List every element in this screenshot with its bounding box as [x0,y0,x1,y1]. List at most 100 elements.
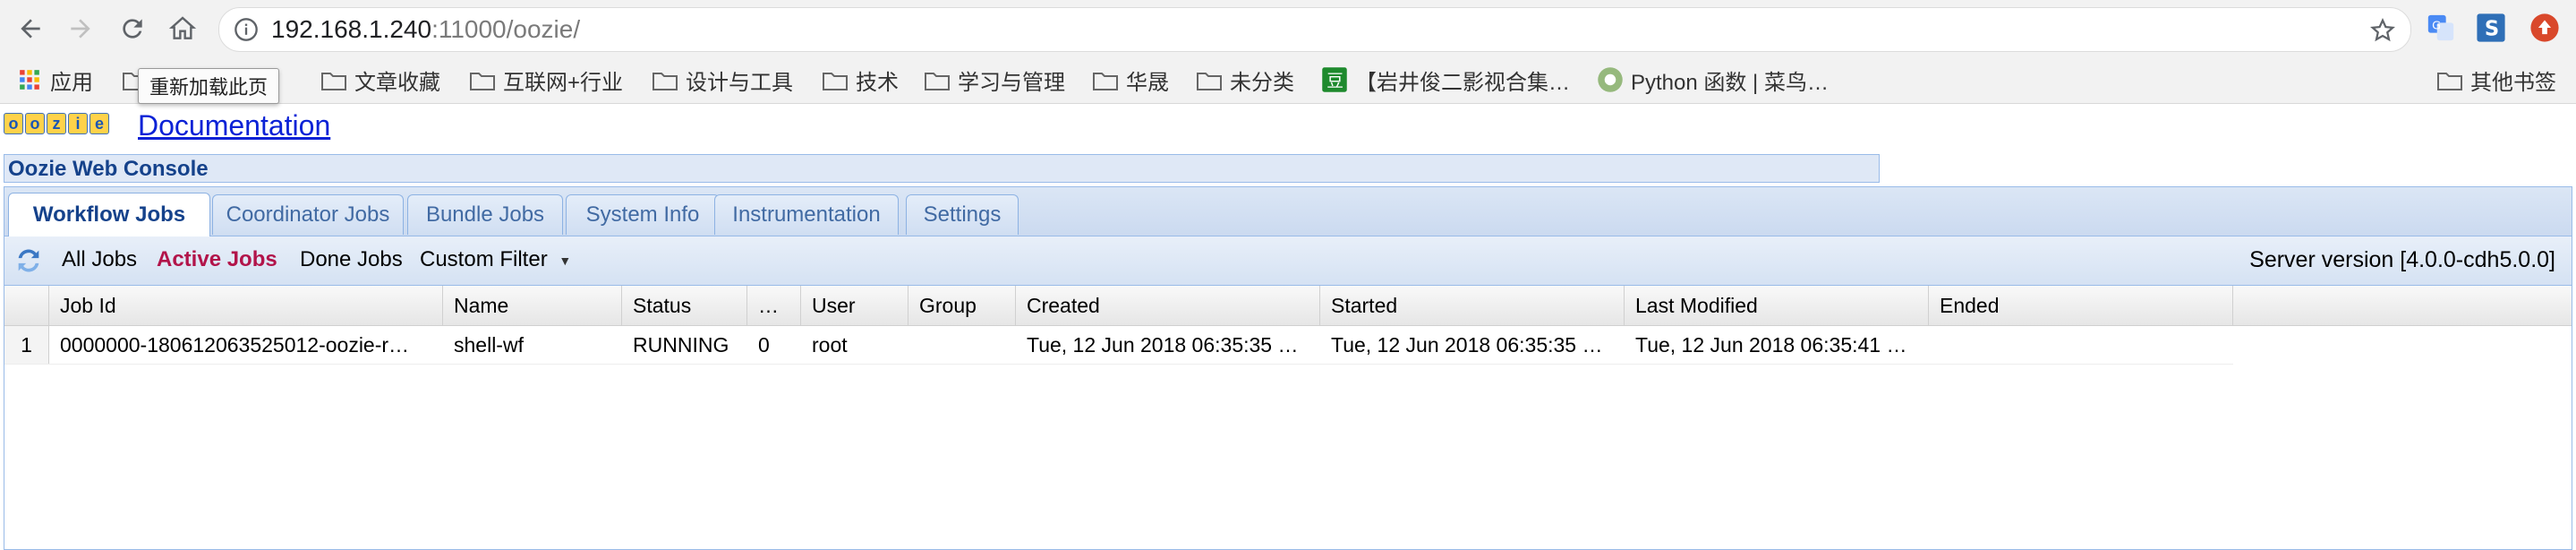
done-jobs-filter[interactable]: Done Jobs [300,247,403,272]
bookmark-folder-articles[interactable]: 文章收藏 [320,64,440,95]
address-bar[interactable]: 192.168.1.240:11000/oozie/ [218,7,2411,52]
cell-started: Tue, 12 Jun 2018 06:35:35 … [1331,333,1603,357]
folder-icon [1092,70,1119,90]
bookmarks-bar: 应用 具 文章收藏 互联网+行业 设计与工具 技术 学习与管理 华晟 [0,57,2576,102]
bookmark-folder-uncategorized[interactable]: 未分类 [1196,64,1294,95]
browser-toolbar: 192.168.1.240:11000/oozie/ G S [0,0,2576,57]
home-button[interactable] [165,11,200,47]
column-header-rownum [4,286,49,325]
job-filter-bar: All Jobs Active Jobs Done Jobs Custom Fi… [4,236,2572,286]
svg-text:G: G [2432,19,2441,32]
custom-filter-label: Custom Filter [420,247,548,271]
browser-chrome: 192.168.1.240:11000/oozie/ G S 应用 具 文章收藏… [0,0,2576,104]
tab-workflow-jobs[interactable]: Workflow Jobs [8,193,210,236]
logo-letter: o [4,113,23,134]
bookmark-douban[interactable]: 豆 【岩井俊二影视合集… [1321,64,1570,95]
column-header-user[interactable]: User [801,286,908,325]
cell-created: Tue, 12 Jun 2018 06:35:35 … [1027,333,1299,357]
bookmark-label: 文章收藏 [354,70,440,95]
folder-icon [652,70,678,90]
oozie-page: o o z i e Documentation Oozie Web Consol… [0,104,2576,550]
logo-letter: o [25,113,45,134]
s-extension-icon[interactable]: S [2476,13,2506,43]
tab-bundle-jobs[interactable]: Bundle Jobs [407,194,563,235]
column-header-status[interactable]: Status [622,286,747,325]
cell-run: 0 [758,333,770,357]
back-arrow-icon [21,19,40,39]
bookmark-folder-tech[interactable]: 技术 [822,64,899,95]
translate-extension-icon[interactable]: G [2426,13,2456,43]
forward-arrow-icon [71,19,90,39]
bookmark-label: 其他书签 [2470,70,2556,95]
folder-icon [924,70,951,90]
logo-letter: i [68,113,88,134]
bookmark-folder-learning[interactable]: 学习与管理 [924,64,1065,95]
cell-ended [1929,326,2233,364]
home-icon [168,16,197,39]
forward-button[interactable] [63,11,98,47]
folder-icon [2436,70,2463,90]
cell-group [908,326,1016,364]
dropdown-caret-icon: ▼ [559,253,572,268]
table-row[interactable]: 1 0000000-180612063525012-oozie-r… shell… [4,326,2233,365]
folder-icon [822,70,849,90]
tab-settings[interactable]: Settings [906,194,1019,235]
bookmark-star-icon[interactable] [2369,17,2396,44]
bookmark-folder-other[interactable]: 其他书签 [2436,64,2556,95]
runoob-icon [1598,67,1623,92]
active-jobs-filter[interactable]: Active Jobs [157,247,277,272]
tab-instrumentation[interactable]: Instrumentation [714,194,899,235]
bookmark-label: 技术 [856,70,899,95]
url-host: 192.168.1.240 [271,15,432,43]
bookmark-folder-design[interactable]: 设计与工具 [652,64,793,95]
cell-name: shell-wf [454,333,524,357]
refresh-icon[interactable] [13,245,44,276]
tab-strip: Workflow Jobs Coordinator Jobs Bundle Jo… [4,187,2572,236]
column-header-last-modified[interactable]: Last Modified [1625,286,1929,325]
back-button[interactable] [13,11,48,47]
svg-text:S: S [2485,18,2499,41]
bookmark-label: 应用 [50,70,93,95]
bookmark-label: 【岩井俊二影视合集… [1355,70,1570,95]
bookmark-label: 未分类 [1230,70,1294,95]
bookmark-folder-huasheng[interactable]: 华晟 [1092,64,1169,95]
tab-coordinator-jobs[interactable]: Coordinator Jobs [212,194,404,235]
all-jobs-filter[interactable]: All Jobs [62,247,137,272]
column-header-name[interactable]: Name [443,286,622,325]
info-icon[interactable] [234,17,259,42]
url-path: :11000/oozie/ [431,15,581,43]
documentation-link[interactable]: Documentation [138,109,330,142]
tab-system-info[interactable]: System Info [566,194,720,235]
column-header-ended[interactable]: Ended [1929,286,2233,325]
cell-job-id[interactable]: 0000000-180612063525012-oozie-r… [49,326,443,364]
reload-button[interactable] [115,11,150,47]
cell-user: root [812,333,848,357]
server-version: Server version [4.0.0-cdh5.0.0] [2249,247,2555,272]
column-header-started[interactable]: Started [1320,286,1625,325]
console-panel: Workflow Jobs Coordinator Jobs Bundle Jo… [4,186,2572,550]
custom-filter-dropdown[interactable]: Custom Filter ▼ [420,247,571,272]
bookmark-folder-internet[interactable]: 互联网+行业 [469,64,623,95]
upload-extension-icon[interactable] [2529,13,2560,43]
console-title: Oozie Web Console [4,154,1880,183]
reload-tooltip: 重新加载此页 [138,68,280,104]
bookmark-label: 互联网+行业 [503,70,624,95]
bookmark-label: 华晟 [1126,70,1169,95]
logo-letter: e [90,113,109,134]
bookmark-apps[interactable]: 应用 [18,64,93,95]
oozie-logo: o o z i e [4,113,111,134]
column-header-run[interactable]: … [747,286,801,325]
column-header-job-id[interactable]: Job Id [49,286,443,325]
logo-letter: z [47,113,66,134]
jobs-grid-header: Job Id Name Status … User Group Created … [4,286,2572,326]
bookmark-runoob[interactable]: Python 函数 | 菜鸟… [1597,64,1829,95]
bookmark-label: Python 函数 | 菜鸟… [1631,70,1829,95]
column-header-created[interactable]: Created [1016,286,1320,325]
bookmark-label: 设计与工具 [686,70,793,95]
reload-icon [123,19,142,39]
column-header-group[interactable]: Group [908,286,1016,325]
apps-grid-icon [20,70,39,90]
folder-icon [1196,70,1223,90]
row-number: 1 [4,326,49,364]
cell-status: RUNNING [633,333,729,357]
